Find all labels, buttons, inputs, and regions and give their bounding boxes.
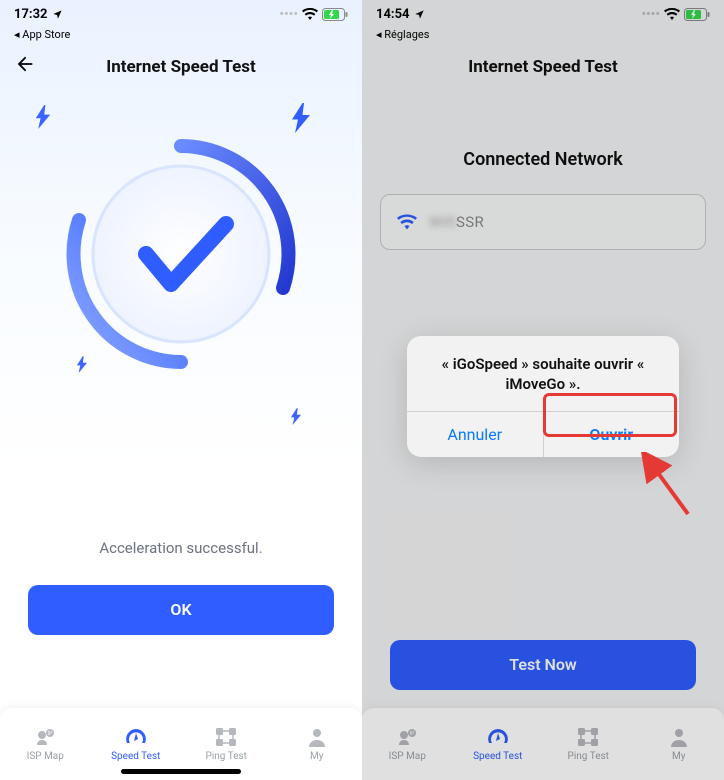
result-text: Acceleration successful. <box>0 539 362 557</box>
speed-test-icon <box>124 726 148 748</box>
isp-map-icon: IP <box>33 726 57 748</box>
svg-text:IP: IP <box>48 731 53 737</box>
breadcrumb[interactable]: ◂ App Store <box>0 28 362 45</box>
tab-label: ISP Map <box>27 751 64 762</box>
annotation-highlight <box>543 393 677 437</box>
status-time: 17:32 <box>14 7 48 22</box>
annotation-arrow <box>636 452 696 522</box>
chevron-left-icon: ◂ <box>14 28 20 41</box>
phone-screen-left: 17:32 •••• ◂ App Store Internet Speed Te… <box>0 0 362 780</box>
lightning-icon <box>290 408 302 425</box>
profile-icon <box>307 726 327 748</box>
ping-test-icon <box>215 726 237 748</box>
tab-label: My <box>310 751 323 762</box>
tab-isp-map[interactable]: IP ISP Map <box>0 708 91 780</box>
header: Internet Speed Test <box>0 45 362 89</box>
home-indicator[interactable] <box>121 769 241 774</box>
battery-icon <box>322 8 348 21</box>
alert-cancel-button[interactable]: Annuler <box>407 412 543 457</box>
lightning-icon <box>290 103 312 133</box>
wifi-icon <box>302 8 318 20</box>
success-graphic <box>0 89 362 419</box>
location-icon <box>52 9 63 20</box>
lightning-icon <box>76 356 88 373</box>
back-button[interactable] <box>14 53 36 75</box>
success-circle <box>51 124 311 384</box>
status-bar: 17:32 •••• <box>0 0 362 28</box>
lightning-icon <box>34 105 52 129</box>
tab-my[interactable]: My <box>272 708 363 780</box>
tab-label: Speed Test <box>111 751 160 762</box>
ok-button[interactable]: OK <box>28 585 334 635</box>
page-title: Internet Speed Test <box>106 57 256 77</box>
phone-screen-right: 14:54 •••• ◂ Réglages Internet Speed Tes… <box>362 0 724 780</box>
cellular-icon: •••• <box>279 7 298 22</box>
tab-label: Ping Test <box>206 751 247 762</box>
